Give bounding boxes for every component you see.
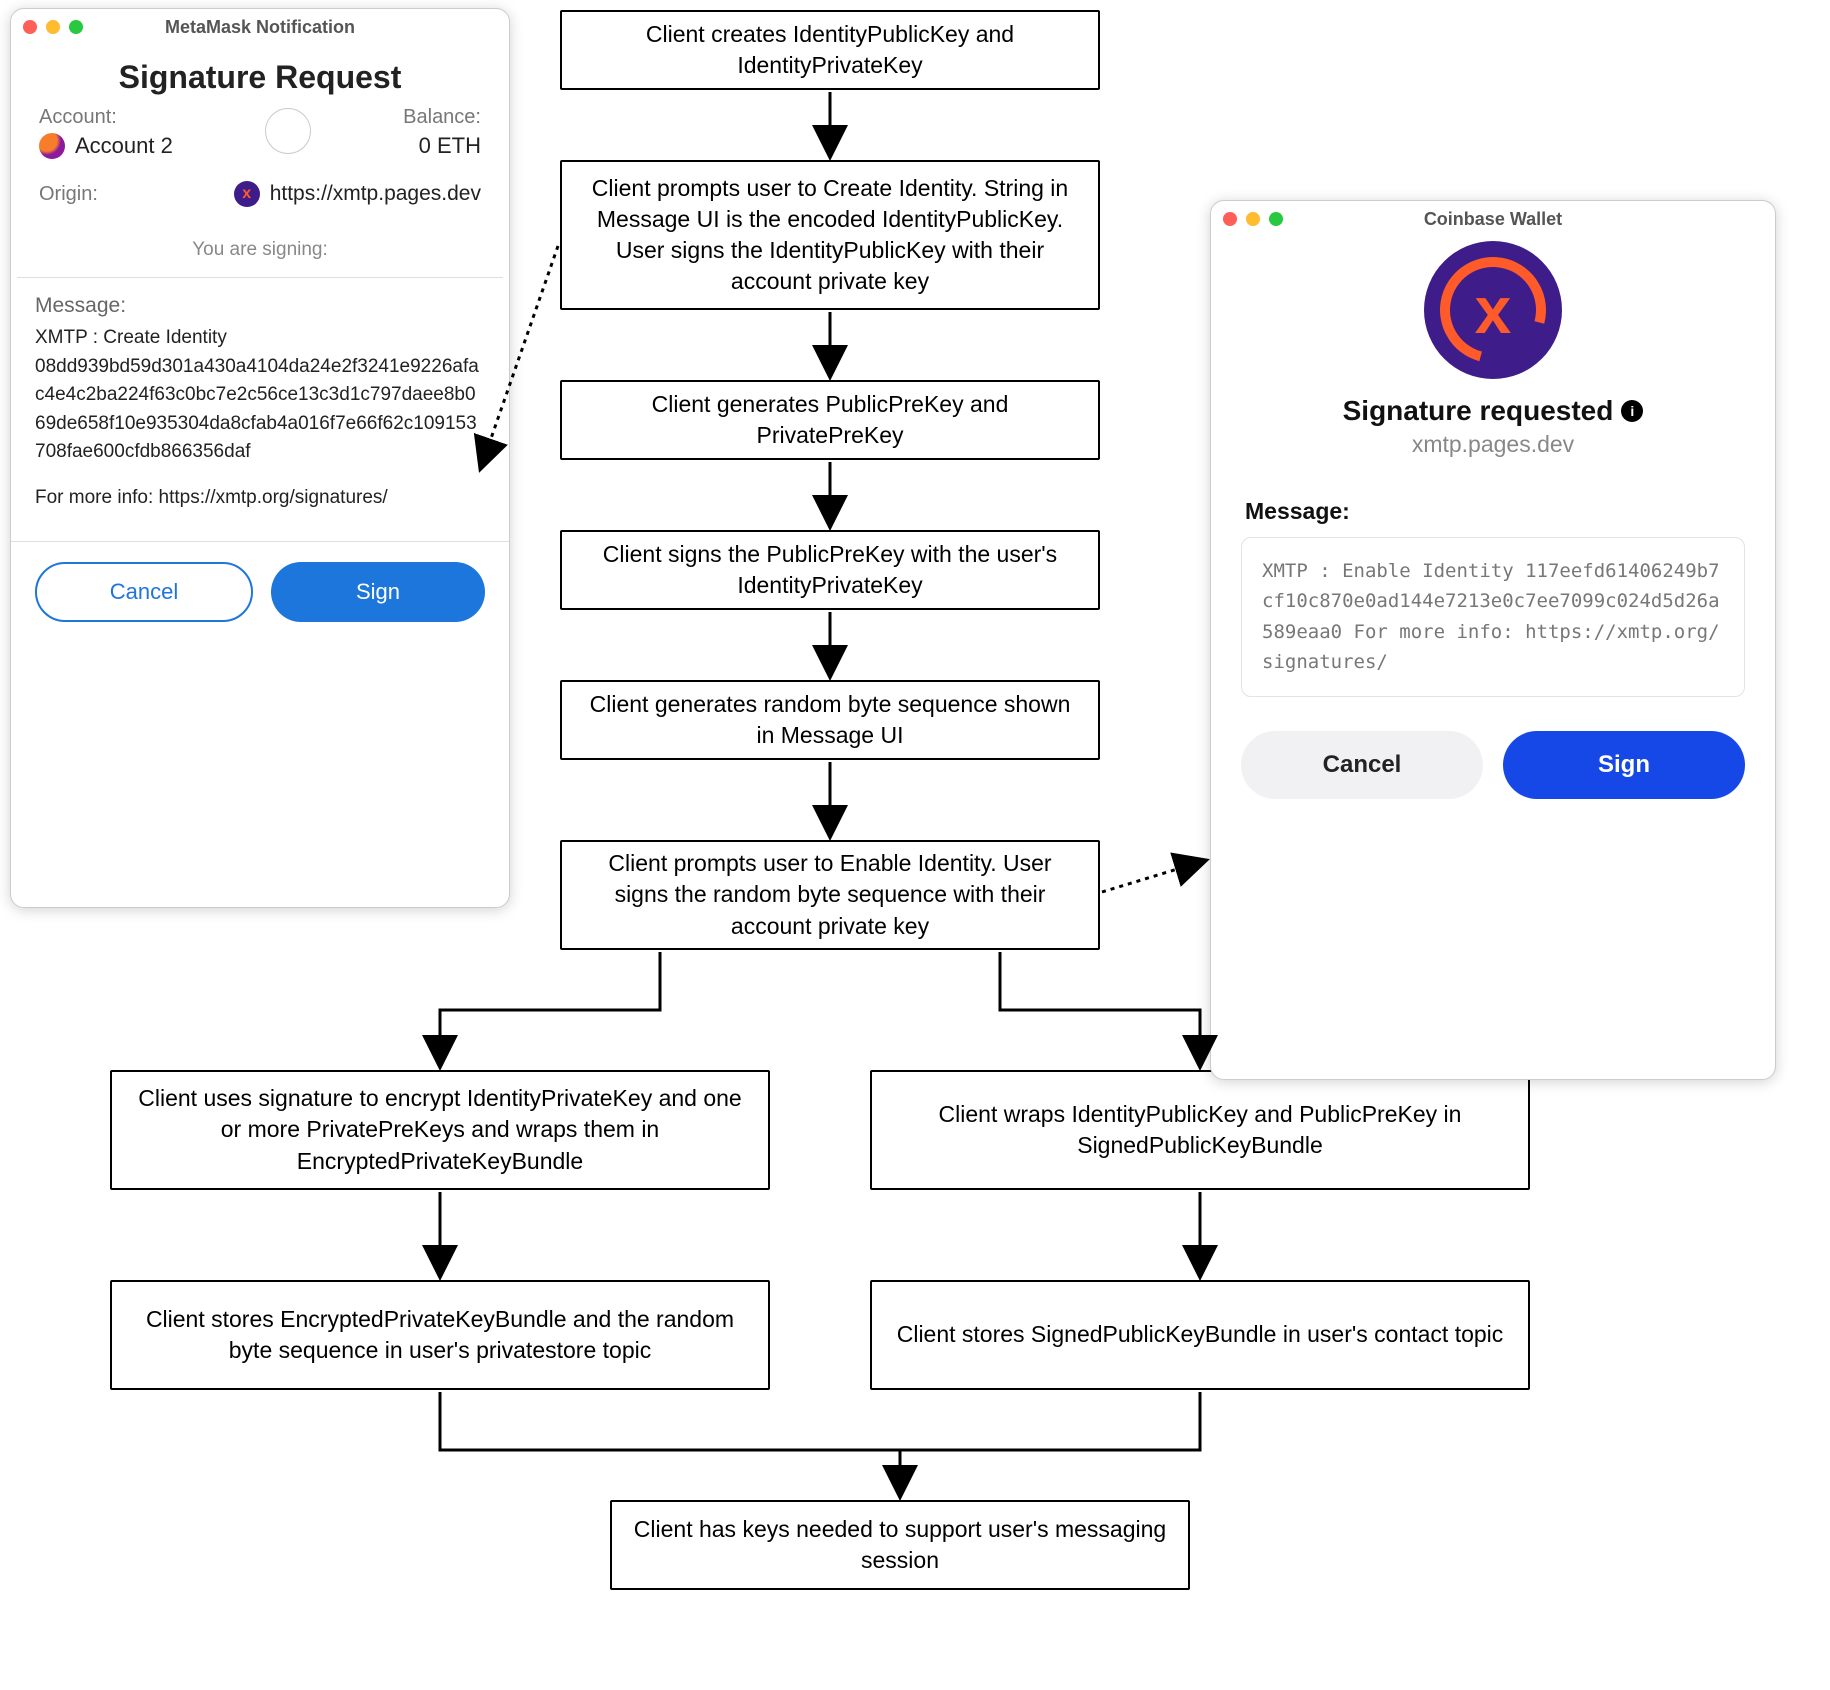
coinbase-heading: Signature requested — [1343, 395, 1614, 427]
origin-label: Origin: — [39, 183, 98, 206]
flow-step-7b: Client wraps IdentityPublicKey and Publi… — [870, 1070, 1530, 1190]
flow-step-8a: Client stores EncryptedPrivateKeyBundle … — [110, 1280, 770, 1390]
flow-step-9: Client has keys needed to support user's… — [610, 1500, 1190, 1590]
coinbase-message-body: XMTP : Enable Identity 117eefd61406249b7… — [1241, 537, 1745, 697]
account-avatar-icon — [39, 133, 65, 159]
sign-button[interactable]: Sign — [1503, 731, 1745, 799]
metamask-heading: Signature Request — [11, 45, 509, 106]
flow-step-6: Client prompts user to Enable Identity. … — [560, 840, 1100, 950]
window-controls[interactable] — [1223, 212, 1283, 226]
flow-step-1: Client creates IdentityPublicKey and Ide… — [560, 10, 1100, 90]
message-hex: 08dd939bd59d301a430a4104da24e2f3241e9226… — [35, 353, 485, 467]
flow-step-3: Client generates PublicPreKey and Privat… — [560, 380, 1100, 460]
coinbase-window-title: Coinbase Wallet — [1211, 209, 1775, 230]
flow-step-2: Client prompts user to Create Identity. … — [560, 160, 1100, 310]
cancel-button[interactable]: Cancel — [1241, 731, 1483, 799]
account-value: Account 2 — [75, 133, 173, 159]
minimize-icon[interactable] — [46, 20, 60, 34]
message-line1: XMTP : Create Identity — [35, 324, 485, 353]
sign-button[interactable]: Sign — [271, 562, 485, 622]
flow-step-7a: Client uses signature to encrypt Identit… — [110, 1070, 770, 1190]
message-footer: For more info: https://xmtp.org/signatur… — [11, 485, 509, 511]
message-body: XMTP : Create Identity 08dd939bd59d301a4… — [11, 324, 509, 467]
metamask-popup: MetaMask Notification Signature Request … — [10, 8, 510, 908]
close-icon[interactable] — [1223, 212, 1237, 226]
coinbase-titlebar: Coinbase Wallet — [1211, 201, 1775, 237]
balance-value: 0 ETH — [403, 133, 481, 159]
metamask-titlebar: MetaMask Notification — [11, 9, 509, 45]
metamask-window-title: MetaMask Notification — [11, 17, 509, 38]
site-indicator-circle — [265, 108, 311, 154]
origin-value: https://xmtp.pages.dev — [270, 182, 481, 206]
flow-step-5: Client generates random byte sequence sh… — [560, 680, 1100, 760]
info-icon[interactable]: i — [1621, 400, 1643, 422]
maximize-icon[interactable] — [1269, 212, 1283, 226]
coinbase-subheading: xmtp.pages.dev — [1211, 431, 1775, 458]
coinbase-message-label: Message: — [1211, 458, 1775, 537]
signature-request-title: Signature Request — [11, 59, 509, 96]
flow-step-4: Client signs the PublicPreKey with the u… — [560, 530, 1100, 610]
message-label: Message: — [11, 278, 509, 324]
balance-label: Balance: — [403, 106, 481, 129]
account-label: Account: — [39, 106, 173, 129]
minimize-icon[interactable] — [1246, 212, 1260, 226]
cancel-button[interactable]: Cancel — [35, 562, 253, 622]
xmtp-logo-icon: x — [1424, 241, 1562, 379]
signing-label: You are signing: — [17, 229, 503, 278]
xmtp-favicon-icon: x — [234, 181, 260, 207]
coinbase-popup: Coinbase Wallet x Signature requested i … — [1210, 200, 1776, 1080]
maximize-icon[interactable] — [69, 20, 83, 34]
flow-step-8b: Client stores SignedPublicKeyBundle in u… — [870, 1280, 1530, 1390]
window-controls[interactable] — [23, 20, 83, 34]
close-icon[interactable] — [23, 20, 37, 34]
